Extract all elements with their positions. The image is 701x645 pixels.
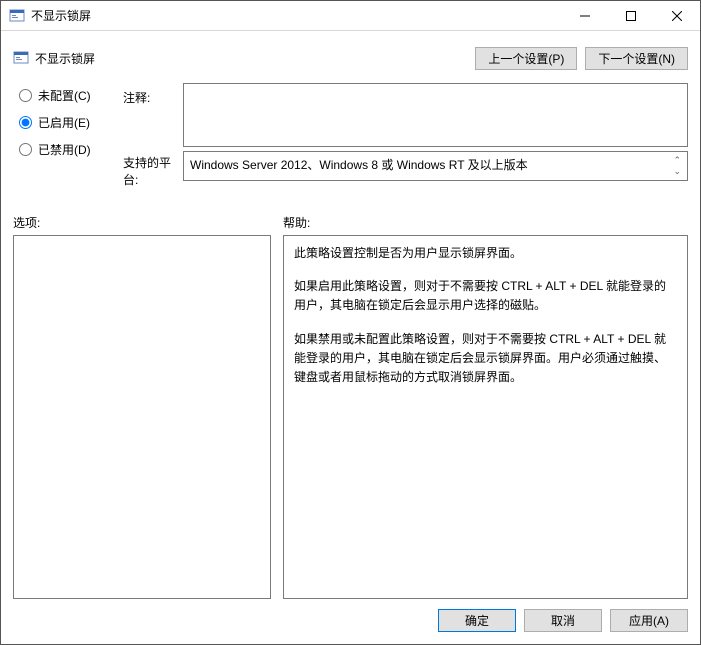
apply-button[interactable]: 应用(A)	[610, 609, 688, 632]
help-paragraph: 如果禁用或未配置此策略设置，则对于不需要按 CTRL + ALT + DEL 就…	[294, 330, 677, 388]
scroll-arrows-icon[interactable]: ⌃⌄	[673, 156, 681, 176]
policy-icon	[13, 50, 29, 66]
maximize-button[interactable]	[608, 1, 654, 31]
content: 不显示锁屏 上一个设置(P) 下一个设置(N) 未配置(C) 已启用(E) 已禁…	[1, 31, 700, 644]
radio-enabled-label: 已启用(E)	[38, 114, 90, 131]
field-values: Windows Server 2012、Windows 8 或 Windows …	[183, 83, 688, 181]
radio-not-configured-input[interactable]	[19, 89, 32, 102]
radio-disabled[interactable]: 已禁用(D)	[19, 141, 123, 158]
help-label: 帮助:	[283, 214, 310, 231]
previous-setting-button[interactable]: 上一个设置(P)	[475, 47, 577, 70]
comment-label: 注释:	[123, 83, 183, 106]
window-title: 不显示锁屏	[31, 7, 91, 24]
radio-enabled[interactable]: 已启用(E)	[19, 114, 123, 131]
minimize-button[interactable]	[562, 1, 608, 31]
titlebar: 不显示锁屏	[1, 1, 700, 31]
options-panel[interactable]	[13, 235, 271, 599]
window-icon	[9, 8, 25, 24]
state-radios: 未配置(C) 已启用(E) 已禁用(D)	[13, 83, 123, 158]
cancel-button[interactable]: 取消	[524, 609, 602, 632]
field-labels: 注释: 支持的平台:	[123, 83, 183, 188]
config-grid: 未配置(C) 已启用(E) 已禁用(D) 注释: 支持的平台: Windows …	[13, 83, 688, 188]
header-row: 不显示锁屏 上一个设置(P) 下一个设置(N)	[13, 39, 688, 77]
supported-on-box: Windows Server 2012、Windows 8 或 Windows …	[183, 151, 688, 181]
help-panel[interactable]: 此策略设置控制是否为用户显示锁屏界面。 如果启用此策略设置，则对于不需要按 CT…	[283, 235, 688, 599]
help-paragraph: 此策略设置控制是否为用户显示锁屏界面。	[294, 244, 677, 263]
radio-not-configured-label: 未配置(C)	[38, 87, 91, 104]
comment-textarea[interactable]	[183, 83, 688, 147]
radio-enabled-input[interactable]	[19, 116, 32, 129]
close-button[interactable]	[654, 1, 700, 31]
radio-disabled-input[interactable]	[19, 143, 32, 156]
section-labels: 选项: 帮助:	[13, 214, 688, 231]
help-paragraph: 如果启用此策略设置，则对于不需要按 CTRL + ALT + DEL 就能登录的…	[294, 277, 677, 315]
radio-disabled-label: 已禁用(D)	[38, 141, 91, 158]
options-label: 选项:	[13, 214, 283, 231]
next-setting-button[interactable]: 下一个设置(N)	[585, 47, 688, 70]
radio-not-configured[interactable]: 未配置(C)	[19, 87, 123, 104]
supported-on-text: Windows Server 2012、Windows 8 或 Windows …	[190, 156, 528, 173]
ok-button[interactable]: 确定	[438, 609, 516, 632]
panels: 此策略设置控制是否为用户显示锁屏界面。 如果启用此策略设置，则对于不需要按 CT…	[13, 235, 688, 599]
dialog-footer: 确定 取消 应用(A)	[13, 599, 688, 632]
supported-label: 支持的平台:	[123, 154, 183, 188]
policy-heading: 不显示锁屏	[35, 50, 95, 67]
